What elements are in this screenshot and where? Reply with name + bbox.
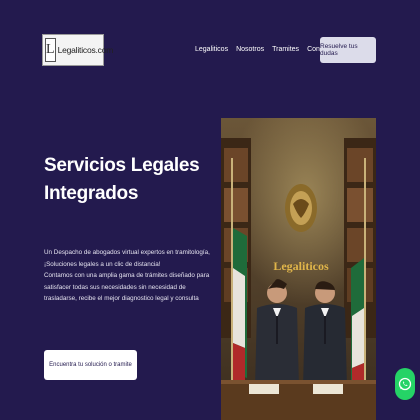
whatsapp-button[interactable] <box>395 368 415 400</box>
hero-title: Servicios Legales Integrados <box>44 152 224 208</box>
nav-item-nosotros[interactable]: Nosotros <box>236 46 264 53</box>
hero-description-line: Contamos con una amplia gama de trámites… <box>44 272 210 279</box>
nav-item-tramites[interactable]: Tramites <box>272 46 299 53</box>
find-solution-button[interactable]: Encuentra tu solución o tramite <box>44 350 137 380</box>
hero-description-line: satisfacer todas sus necesidades sin nec… <box>44 283 186 291</box>
hero-title-line2: Integrados <box>44 183 139 204</box>
site-header: L Legaliticos.com Legaliticos Nosotros T… <box>0 0 420 100</box>
logo-text: Legaliticos.com <box>57 45 114 55</box>
eagle-emblem-icon <box>285 184 317 232</box>
nav-item-legaliticos[interactable]: Legaliticos <box>195 46 228 53</box>
hero-description-line: Un Despacho de abogados virtual expertos… <box>44 249 210 256</box>
hero-photo: Legaliticos <box>221 118 376 420</box>
photo-sign-text: Legaliticos <box>273 259 329 273</box>
site-logo[interactable]: L Legaliticos.com <box>42 34 113 66</box>
whatsapp-icon <box>398 377 412 391</box>
hero-description-line: ¡Soluciones legales a un clic de distanc… <box>44 260 161 268</box>
law-office-illustration: Legaliticos <box>221 118 376 420</box>
hero-title-line1: Servicios Legales <box>44 155 200 176</box>
logo-mark-icon: L <box>45 38 56 62</box>
desk <box>221 380 376 420</box>
resolve-doubts-button[interactable]: Resuelve tus dudas <box>320 37 376 63</box>
hero-description: Un Despacho de abogados virtual expertos… <box>44 247 214 305</box>
hero-description-line: trasladarse, recibe el mejor diagnostico… <box>44 295 199 302</box>
